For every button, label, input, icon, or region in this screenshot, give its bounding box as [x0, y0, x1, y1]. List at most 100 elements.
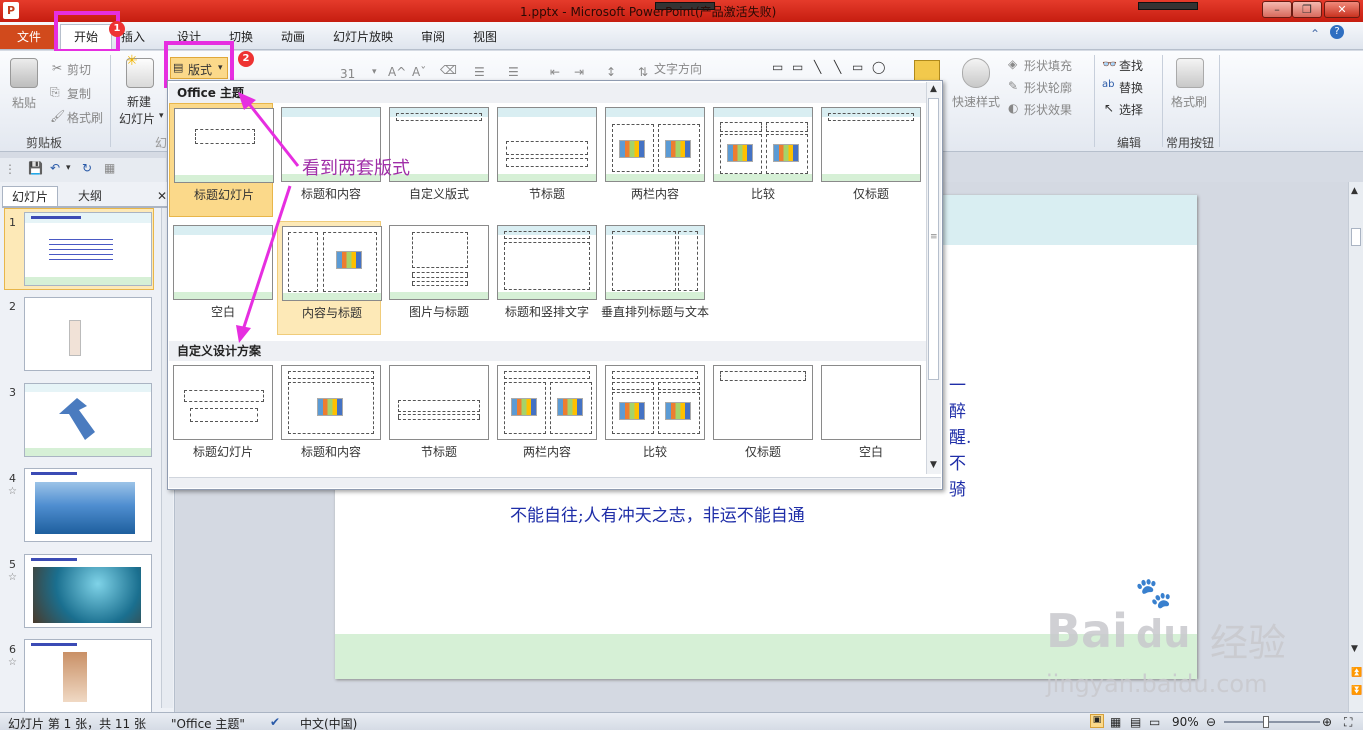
tab-slideshow[interactable]: 幻灯片放映	[333, 28, 393, 45]
previous-slide-icon[interactable]: ⏫	[1351, 668, 1362, 678]
slide-thumbnail-4[interactable]	[24, 468, 152, 542]
find-button[interactable]: 查找	[1119, 57, 1143, 74]
scroll-thumb[interactable]	[1351, 228, 1361, 246]
custom-layout-blank[interactable]: 空白	[817, 361, 921, 475]
shape-outline-button[interactable]: 形状轮廓	[1024, 79, 1072, 96]
slide-thumbnail-3[interactable]	[24, 383, 152, 457]
decrease-indent-icon[interactable]: ⇤	[550, 65, 560, 79]
arrow-shape-icon[interactable]: ╲	[834, 60, 841, 74]
shape-fill-icon[interactable]: ◈	[1008, 57, 1017, 71]
layout-picture-with-caption[interactable]: 图片与标题	[385, 221, 489, 335]
maximize-button[interactable]: ❐	[1292, 1, 1322, 18]
tab-file[interactable]: 文件	[0, 25, 58, 49]
custom-layout-title-and-content[interactable]: 标题和内容	[277, 361, 381, 475]
line-shape-icon[interactable]: ╲	[814, 60, 821, 74]
next-slide-icon[interactable]: ⏬	[1351, 686, 1362, 696]
tab-view[interactable]: 视图	[473, 28, 497, 45]
gallery-scroll-up-icon[interactable]: ▲	[930, 84, 937, 94]
copy-button[interactable]: 复制	[67, 85, 91, 102]
proofing-icon[interactable]: ✔	[270, 715, 280, 729]
slide-sorter-view-icon[interactable]: ▦	[1110, 715, 1121, 729]
layout-title-and-vertical-text[interactable]: 标题和竖排文字	[493, 221, 597, 335]
replace-icon[interactable]: ab	[1102, 79, 1114, 90]
line-spacing-icon[interactable]: ↕	[606, 65, 616, 79]
undo-dropdown-icon[interactable]: ▾	[66, 163, 71, 173]
new-slide-label-1[interactable]: 新建	[127, 93, 151, 110]
font-size-dropdown-icon[interactable]: ▾	[372, 67, 377, 77]
layout-title-only[interactable]: 仅标题	[817, 103, 921, 217]
minimize-ribbon-icon[interactable]: ⌃	[1310, 27, 1320, 41]
minimize-button[interactable]: –	[1262, 1, 1292, 18]
format-painter-icon[interactable]: 🖌	[50, 109, 65, 123]
new-slide-dropdown-icon[interactable]: ▾	[159, 111, 164, 121]
slide-vertical-scrollbar[interactable]: ▲ ▼ ⏫ ⏬	[1348, 182, 1363, 712]
format-brush-big-button[interactable]: 格式刷	[1171, 93, 1207, 110]
slide-thumbnail-5[interactable]	[24, 554, 152, 628]
layout-blank[interactable]: 空白	[169, 221, 273, 335]
slide-text-fragment[interactable]: 醉	[949, 397, 966, 422]
custom-layout-section-header[interactable]: 节标题	[385, 361, 489, 475]
slide-thumbnail-6[interactable]	[24, 639, 152, 713]
replace-button[interactable]: 替换	[1119, 79, 1143, 96]
shape-effects-icon[interactable]: ◐	[1008, 101, 1018, 115]
zoom-level[interactable]: 90%	[1172, 715, 1199, 729]
zoom-slider-thumb[interactable]	[1263, 716, 1269, 728]
scroll-down-icon[interactable]: ▼	[1351, 644, 1358, 654]
slideshow-view-icon[interactable]: ▭	[1149, 715, 1160, 729]
text-direction-button[interactable]: 文字方向	[654, 60, 702, 77]
bullets-icon[interactable]: ☰	[474, 65, 485, 79]
gallery-scroll-down-icon[interactable]: ▼	[930, 460, 937, 470]
layout-vertical-title-and-text[interactable]: 垂直排列标题与文本	[601, 221, 709, 335]
help-icon[interactable]: ?	[1330, 25, 1344, 39]
text-direction-icon[interactable]: ⇅	[638, 65, 648, 79]
save-icon[interactable]: 💾	[28, 161, 43, 175]
paste-button[interactable]: 粘贴	[12, 94, 36, 111]
new-slide-label-2[interactable]: 幻灯片	[119, 110, 155, 127]
slide-text-fragment[interactable]: 不	[949, 449, 966, 474]
slide-text-fragment[interactable]: 骑	[949, 475, 966, 500]
layout-title-slide[interactable]: 标题幻灯片	[169, 103, 274, 217]
custom-layout-title-only[interactable]: 仅标题	[709, 361, 813, 475]
tab-outline[interactable]: 大纲	[62, 186, 118, 206]
grow-font-icon[interactable]: A^	[388, 65, 406, 79]
slide-text-fragment[interactable]: 一	[949, 371, 966, 396]
copy-icon[interactable]: ⎘	[50, 85, 60, 100]
undo-icon[interactable]: ↶	[50, 161, 60, 175]
quick-styles-button[interactable]: 快速样式	[952, 93, 1000, 110]
close-button[interactable]: ✕	[1324, 1, 1360, 18]
layout-content-with-caption[interactable]: 内容与标题	[277, 221, 382, 335]
oval-shape-icon[interactable]: ◯	[872, 60, 885, 74]
slide-thumbnail-2[interactable]	[24, 297, 152, 371]
gallery-resize-grip[interactable]	[169, 477, 941, 488]
vertical-textbox-icon[interactable]: ▭	[792, 60, 803, 74]
find-icon[interactable]: 👓	[1102, 57, 1117, 71]
custom-layout-title-slide[interactable]: 标题幻灯片	[169, 361, 273, 475]
select-button[interactable]: 选择	[1119, 101, 1143, 118]
zoom-out-icon[interactable]: ⊖	[1206, 715, 1216, 729]
reading-view-icon[interactable]: ▤	[1130, 715, 1141, 729]
increase-indent-icon[interactable]: ⇥	[574, 65, 584, 79]
shapes-gallery[interactable]: ▭ ▭ ╲ ╲ ▭ ◯	[770, 60, 910, 76]
cut-icon[interactable]: ✂	[52, 61, 62, 75]
shape-outline-icon[interactable]: ✎	[1008, 79, 1018, 93]
language-status[interactable]: 中文(中国)	[300, 715, 357, 730]
slide-text-line[interactable]: 不能自往;人有冲天之志，非运不能自通	[510, 501, 805, 526]
layout-comparison[interactable]: 比较	[709, 103, 813, 217]
font-size-field[interactable]: 31	[340, 67, 355, 81]
slide-text-fragment[interactable]: 醒.	[949, 423, 971, 448]
paste-icon[interactable]	[10, 58, 38, 88]
scroll-up-icon[interactable]: ▲	[1351, 186, 1358, 196]
fit-slide-icon[interactable]: ⛶	[1344, 715, 1352, 730]
select-icon[interactable]: ↖	[1104, 101, 1114, 115]
shape-fill-button[interactable]: 形状填充	[1024, 57, 1072, 74]
layout-two-content[interactable]: 两栏内容	[601, 103, 705, 217]
gallery-scrollbar[interactable]: ▲ ≡ ▼	[926, 82, 941, 474]
format-brush-icon[interactable]	[1176, 58, 1204, 88]
zoom-slider[interactable]	[1224, 721, 1320, 723]
custom-layout-comparison[interactable]: 比较	[601, 361, 705, 475]
arrange-icon[interactable]	[914, 60, 940, 82]
numbering-icon[interactable]: ☰	[508, 65, 519, 79]
rectangle-shape-icon[interactable]: ▭	[852, 60, 863, 74]
shrink-font-icon[interactable]: Aˇ	[412, 65, 426, 79]
textbox-icon[interactable]: ▭	[772, 60, 783, 74]
